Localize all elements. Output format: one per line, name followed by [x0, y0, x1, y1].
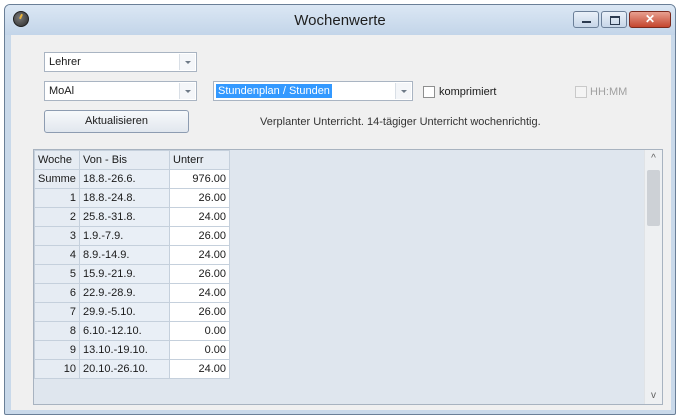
- week-number-cell[interactable]: 10: [34, 359, 80, 379]
- week-number-cell[interactable]: 3: [34, 226, 80, 246]
- scroll-thumb[interactable]: [647, 170, 660, 226]
- date-range-cell[interactable]: 1.9.-7.9.: [79, 226, 170, 246]
- title-bar[interactable]: Wochenwerte ✕: [5, 5, 675, 35]
- table-row: 5 15.9.-21.9. 26.00: [34, 264, 230, 284]
- table-row: 2 25.8.-31.8. 24.00: [34, 207, 230, 227]
- table-header-row: Woche Von - Bis Unterr: [34, 150, 230, 170]
- value-cell[interactable]: 0.00: [169, 321, 230, 341]
- week-number-cell[interactable]: 5: [34, 264, 80, 284]
- value-cell[interactable]: 24.00: [169, 207, 230, 227]
- teacher-select-value: MoAl: [49, 85, 75, 97]
- value-cell[interactable]: 26.00: [169, 264, 230, 284]
- maximize-icon: [602, 12, 626, 27]
- komprimiert-label: komprimiert: [439, 86, 497, 98]
- date-range-cell[interactable]: 22.9.-28.9.: [79, 283, 170, 303]
- week-number-cell[interactable]: 1: [34, 188, 80, 208]
- table-row: 8 6.10.-12.10. 0.00: [34, 321, 230, 341]
- table-row: 4 8.9.-14.9. 24.00: [34, 245, 230, 265]
- value-cell[interactable]: 0.00: [169, 340, 230, 360]
- table-sum-row: Summe 18.8.-26.6. 976.00: [34, 169, 230, 189]
- scroll-up-icon[interactable]: ^: [645, 150, 662, 167]
- refresh-button[interactable]: Aktualisieren: [44, 110, 189, 133]
- chevron-down-icon[interactable]: [179, 83, 195, 99]
- table-row: 1 18.8.-24.8. 26.00: [34, 188, 230, 208]
- table-row: 7 29.9.-5.10. 26.00: [34, 302, 230, 322]
- komprimiert-checkbox[interactable]: [423, 86, 435, 98]
- hhmm-checkbox[interactable]: [575, 86, 587, 98]
- close-button[interactable]: ✕: [629, 11, 671, 28]
- weekly-values-grid[interactable]: Woche Von - Bis Unterr Summe 18.8.-26.6.…: [33, 149, 663, 405]
- vertical-scrollbar[interactable]: ^ v: [644, 150, 662, 404]
- week-number-cell[interactable]: 8: [34, 321, 80, 341]
- week-number-cell[interactable]: 2: [34, 207, 80, 227]
- minimize-button[interactable]: [573, 11, 599, 28]
- mode-select-value: Stundenplan / Stunden: [216, 84, 332, 98]
- date-range-cell[interactable]: 25.8.-31.8.: [79, 207, 170, 227]
- value-cell[interactable]: 24.00: [169, 245, 230, 265]
- date-range-cell[interactable]: 18.8.-26.6.: [79, 169, 170, 189]
- teacher-select[interactable]: MoAl: [44, 81, 197, 101]
- date-range-cell[interactable]: 20.10.-26.10.: [79, 359, 170, 379]
- value-cell[interactable]: 26.00: [169, 302, 230, 322]
- value-cell[interactable]: 26.00: [169, 188, 230, 208]
- date-range-cell[interactable]: 15.9.-21.9.: [79, 264, 170, 284]
- close-icon: ✕: [644, 12, 656, 26]
- week-number-cell[interactable]: 4: [34, 245, 80, 265]
- date-range-cell[interactable]: 6.10.-12.10.: [79, 321, 170, 341]
- content-panel: Lehrer MoAl Stundenplan / Stunden kompri…: [11, 35, 671, 410]
- chevron-down-icon[interactable]: [179, 54, 195, 70]
- value-cell[interactable]: 24.00: [169, 359, 230, 379]
- wochenwerte-window: Wochenwerte ✕ Lehrer MoAl Stundenplan / …: [4, 4, 676, 415]
- table-row: 10 20.10.-26.10. 24.00: [34, 359, 230, 379]
- date-range-cell[interactable]: 18.8.-24.8.: [79, 188, 170, 208]
- minimize-icon: [574, 12, 598, 27]
- column-header-von-bis[interactable]: Von - Bis: [79, 150, 170, 170]
- mode-select[interactable]: Stundenplan / Stunden: [213, 81, 413, 101]
- type-select-value: Lehrer: [49, 56, 81, 68]
- type-select[interactable]: Lehrer: [44, 52, 197, 72]
- week-number-cell[interactable]: 9: [34, 340, 80, 360]
- info-text: Verplanter Unterricht. 14-tägiger Unterr…: [260, 116, 541, 128]
- table-row: 3 1.9.-7.9. 26.00: [34, 226, 230, 246]
- table-row: 6 22.9.-28.9. 24.00: [34, 283, 230, 303]
- hhmm-label: HH:MM: [590, 86, 628, 98]
- table-row: 9 13.10.-19.10. 0.00: [34, 340, 230, 360]
- week-number-cell[interactable]: 7: [34, 302, 80, 322]
- value-cell[interactable]: 26.00: [169, 226, 230, 246]
- chevron-down-icon[interactable]: [395, 83, 411, 99]
- column-header-unterr[interactable]: Unterr: [169, 150, 230, 170]
- value-cell[interactable]: 24.00: [169, 283, 230, 303]
- weekly-values-table: Woche Von - Bis Unterr Summe 18.8.-26.6.…: [34, 150, 230, 379]
- scroll-down-icon[interactable]: v: [645, 387, 662, 404]
- column-header-woche[interactable]: Woche: [34, 150, 80, 170]
- date-range-cell[interactable]: 29.9.-5.10.: [79, 302, 170, 322]
- date-range-cell[interactable]: 13.10.-19.10.: [79, 340, 170, 360]
- value-cell[interactable]: 976.00: [169, 169, 230, 189]
- maximize-button[interactable]: [601, 11, 627, 28]
- sum-label-cell[interactable]: Summe: [34, 169, 80, 189]
- week-number-cell[interactable]: 6: [34, 283, 80, 303]
- date-range-cell[interactable]: 8.9.-14.9.: [79, 245, 170, 265]
